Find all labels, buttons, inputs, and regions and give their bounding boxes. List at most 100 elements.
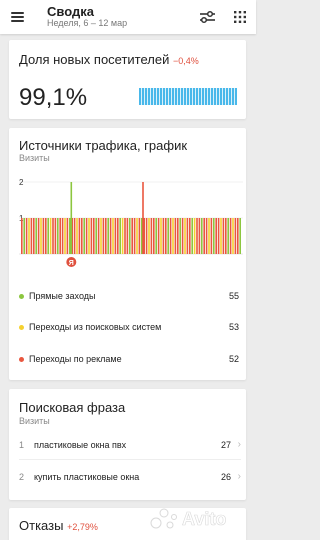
bar-stripe	[157, 88, 160, 105]
legend-label: Прямые заходы	[29, 291, 96, 301]
bar-stripe	[235, 88, 237, 105]
chart-bar	[148, 218, 150, 254]
legend-item-direct[interactable]: Прямые заходы 55	[19, 290, 239, 304]
legend-dot	[19, 325, 24, 330]
chart-bar	[109, 218, 112, 254]
filter-icon[interactable]	[199, 10, 216, 24]
chart-bar	[237, 218, 239, 254]
bar-stripe	[217, 88, 220, 105]
legend-item-ads[interactable]: Переходы по рекламе 52	[19, 353, 239, 367]
menu-icon[interactable]	[11, 12, 24, 22]
bar-stripe	[199, 88, 202, 105]
list-item[interactable]: 2 купить пластиковые окна 26 ›	[19, 471, 241, 485]
chart-bar	[145, 218, 148, 254]
bar-stripe	[232, 88, 235, 105]
chart-bar	[222, 218, 225, 254]
bar-stripe	[172, 88, 175, 105]
top-bar: Сводка Неделя, 6 – 12 мар	[0, 0, 256, 34]
traffic-chart[interactable]: 21Я	[19, 172, 243, 270]
chart-bar	[59, 218, 61, 254]
chart-bar	[162, 218, 165, 254]
chart-bar	[100, 218, 102, 254]
divider	[19, 459, 241, 460]
chart-bar	[33, 218, 35, 254]
chart-bar	[169, 218, 172, 254]
chart-bar	[215, 218, 217, 254]
chart-bar	[97, 218, 100, 254]
new-visitors-card[interactable]: Доля новых посетителей −0,4% 99,1%	[9, 40, 246, 119]
legend-item-search[interactable]: Переходы из поисковых систем 53	[19, 321, 239, 335]
chart-bar	[124, 218, 126, 254]
chart-bar	[47, 218, 49, 254]
chart-bar	[205, 218, 208, 254]
chart-bar	[225, 218, 227, 254]
chart-bar	[217, 218, 220, 254]
chart-bar	[174, 218, 177, 254]
chart-bar	[165, 218, 167, 254]
chart-bar	[191, 218, 193, 254]
chart-bar	[35, 218, 37, 254]
bar-stripe	[208, 88, 211, 105]
chart-bar	[76, 218, 78, 254]
bar-stripe	[226, 88, 229, 105]
chart-bar	[157, 218, 160, 254]
traffic-sources-card[interactable]: Источники трафика, график Визиты 21Я Пря…	[9, 128, 246, 380]
chart-bar	[126, 218, 129, 254]
annotation-marker-label: Я	[69, 260, 74, 267]
avito-watermark: Avito	[150, 508, 227, 529]
chart-bar	[129, 218, 131, 254]
chart-bar	[69, 218, 71, 254]
bar-stripe	[229, 88, 232, 105]
chart-bar	[181, 218, 184, 254]
chart-bar	[229, 218, 232, 254]
bar-stripe	[211, 88, 214, 105]
chart-bar	[23, 218, 25, 254]
chart-bar	[54, 218, 57, 254]
chart-bar	[160, 218, 162, 254]
chart-bar	[155, 218, 157, 254]
new-visitors-title: Доля новых посетителей	[19, 52, 170, 67]
chart-bar	[131, 218, 133, 254]
chart-bar	[112, 218, 114, 254]
apps-grid-icon[interactable]	[234, 11, 246, 23]
chart-bar	[45, 218, 47, 254]
bar-stripe	[181, 88, 184, 105]
bar-stripe	[220, 88, 223, 105]
date-range[interactable]: Неделя, 6 – 12 мар	[47, 18, 127, 28]
bar-stripe	[193, 88, 196, 105]
chart-bar	[30, 218, 33, 254]
bar-stripe	[196, 88, 199, 105]
chart-bar	[193, 218, 196, 254]
chart-bar	[61, 218, 64, 254]
list-item[interactable]: 1 пластиковые окна пвх 27 ›	[19, 439, 241, 453]
chart-bar	[220, 218, 222, 254]
chart-bar	[83, 218, 85, 254]
chart-bar	[203, 218, 205, 254]
delta-badge: −0,4%	[173, 56, 199, 66]
bar-stripe	[139, 88, 142, 105]
chart-bar	[66, 218, 69, 254]
phrase-text: пластиковые окна пвх	[34, 440, 127, 450]
chart-bar	[73, 218, 76, 254]
legend-value: 53	[228, 322, 239, 332]
card-subtitle: Визиты	[19, 153, 50, 163]
chart-bar	[102, 218, 105, 254]
bar-stripe	[178, 88, 181, 105]
chart-bar	[88, 218, 90, 254]
chart-bar	[186, 218, 189, 254]
chart-bar	[95, 218, 97, 254]
bar-stripe	[145, 88, 148, 105]
chart-bar	[119, 218, 121, 254]
chart-bar	[107, 218, 109, 254]
chart-bar	[78, 218, 81, 254]
chart-bar	[28, 218, 30, 254]
search-phrase-card[interactable]: Поисковая фраза Визиты 1 пластиковые окн…	[9, 389, 246, 500]
bounces-title: Отказы	[19, 518, 64, 533]
bar-stripe	[163, 88, 166, 105]
legend-dot	[19, 357, 24, 362]
svg-text:Avito: Avito	[182, 509, 226, 529]
bar-stripe	[223, 88, 226, 105]
chart-bar	[179, 218, 181, 254]
page-title: Сводка	[47, 4, 94, 19]
legend-label: Переходы по рекламе	[29, 354, 122, 364]
